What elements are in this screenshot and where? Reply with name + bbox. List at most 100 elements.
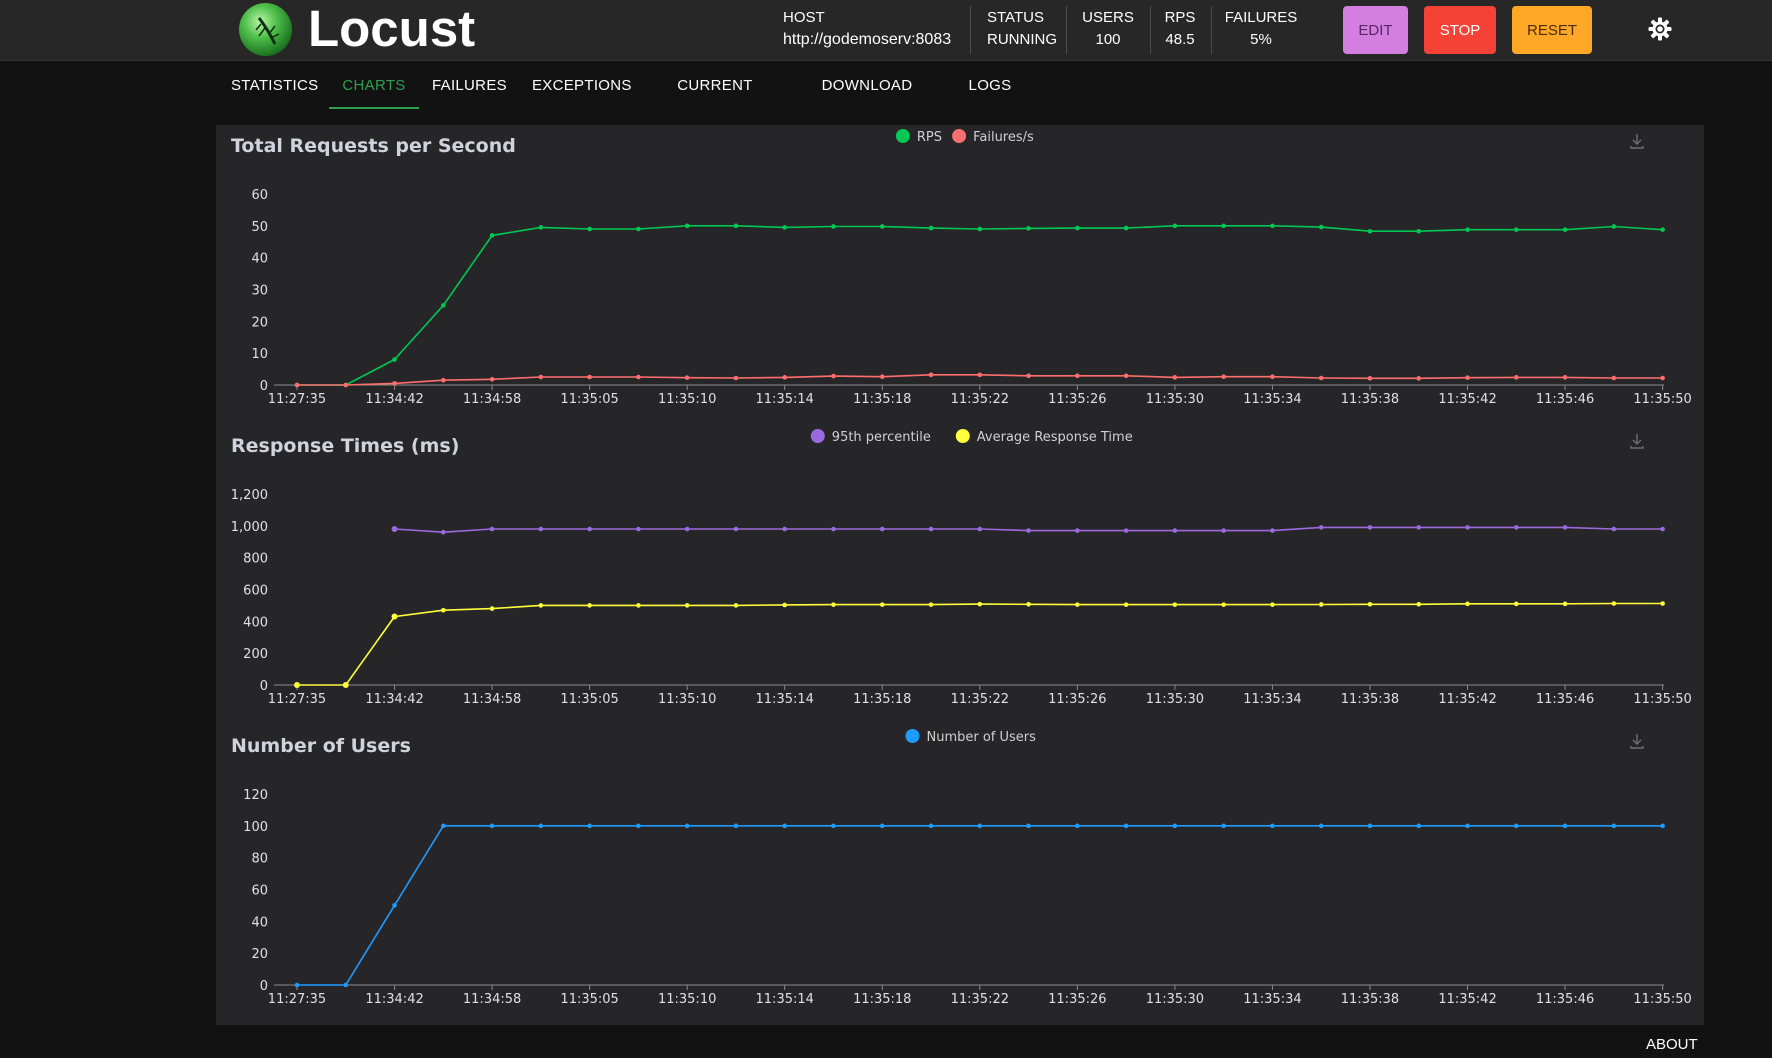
divider xyxy=(1066,6,1067,54)
data-point xyxy=(928,372,934,378)
data-point xyxy=(1513,823,1519,829)
data-point xyxy=(733,603,739,608)
data-point xyxy=(391,526,398,533)
data-point xyxy=(1513,525,1519,530)
data-point xyxy=(977,601,983,607)
data-point xyxy=(1416,525,1422,530)
data-point xyxy=(1270,602,1275,607)
data-point xyxy=(587,374,592,380)
data-point xyxy=(294,682,300,688)
tab-logs[interactable]: LOGS xyxy=(962,62,1018,110)
data-point xyxy=(1172,528,1178,533)
x-tick-label: 11:35:26 xyxy=(1048,992,1106,1007)
data-point xyxy=(1416,228,1422,234)
y-tick-label: 1,000 xyxy=(231,520,268,535)
download-icon[interactable] xyxy=(1630,734,1644,749)
tab-current-ratio[interactable]: CURRENT RATIO xyxy=(655,62,775,142)
data-point xyxy=(636,603,641,608)
top-bar: Locust HOST http://godemoserv:8083 STATU… xyxy=(0,0,1772,61)
download-icon[interactable] xyxy=(1630,134,1644,149)
data-point xyxy=(1221,374,1226,380)
data-point xyxy=(294,382,300,388)
data-point xyxy=(1562,227,1568,232)
data-point xyxy=(1562,823,1568,829)
tab-download-data[interactable]: DOWNLOAD DATA xyxy=(802,62,932,142)
data-point xyxy=(1416,823,1422,829)
data-point xyxy=(441,529,446,535)
active-tab-indicator xyxy=(329,107,419,109)
data-point xyxy=(1367,525,1373,530)
data-point xyxy=(1221,223,1226,229)
failures-label: FAILURES xyxy=(1224,9,1298,26)
legend-label: Failures/s xyxy=(973,130,1034,145)
data-point xyxy=(1123,602,1129,607)
data-point xyxy=(1513,601,1519,607)
data-point xyxy=(538,526,544,532)
data-point xyxy=(489,233,495,238)
data-point xyxy=(441,823,446,829)
x-tick-label: 11:35:14 xyxy=(756,992,814,1007)
data-point xyxy=(1562,525,1568,530)
data-point xyxy=(1318,375,1324,381)
data-point xyxy=(587,603,592,608)
x-tick-label: 11:35:18 xyxy=(853,992,911,1007)
data-point xyxy=(782,225,788,230)
divider xyxy=(970,6,971,54)
data-point xyxy=(1075,823,1080,829)
data-point xyxy=(977,823,983,829)
data-point xyxy=(977,226,983,232)
data-point xyxy=(392,381,397,386)
edit-button[interactable]: EDIT xyxy=(1343,6,1408,54)
tab-statistics[interactable]: STATISTICS xyxy=(231,62,318,110)
reset-button[interactable]: RESET xyxy=(1512,6,1592,54)
y-tick-label: 800 xyxy=(243,552,268,567)
tab-bar: STATISTICS CHARTS FAILURES EXCEPTIONS CU… xyxy=(0,62,1772,142)
data-point xyxy=(1660,227,1665,232)
theme-toggle-icon[interactable] xyxy=(1648,17,1672,41)
about-link[interactable]: ABOUT xyxy=(1646,1036,1698,1053)
status-label: STATUS xyxy=(987,9,1044,26)
stop-button[interactable]: STOP xyxy=(1424,6,1496,54)
data-point xyxy=(1075,528,1080,533)
y-tick-label: 10 xyxy=(251,347,268,362)
x-tick-label: 11:35:10 xyxy=(658,392,716,407)
data-point xyxy=(1270,223,1275,229)
failures-value: 5% xyxy=(1250,31,1272,48)
data-point xyxy=(1075,225,1080,231)
host-value: http://godemoserv:8083 xyxy=(783,31,952,48)
download-icon[interactable] xyxy=(1630,434,1644,449)
x-tick-label: 11:35:05 xyxy=(560,692,618,707)
data-point xyxy=(1075,373,1080,379)
data-point xyxy=(392,903,397,908)
data-point xyxy=(928,602,934,607)
brand-title[interactable]: Locust xyxy=(308,0,475,58)
tab-exceptions[interactable]: EXCEPTIONS xyxy=(532,62,631,110)
data-point xyxy=(879,374,885,380)
y-tick-label: 1,200 xyxy=(231,488,268,503)
status-stat: STATUS RUNNING xyxy=(987,8,1057,52)
data-point xyxy=(587,526,592,532)
data-point xyxy=(1026,528,1031,533)
x-tick-label: 11:35:46 xyxy=(1536,992,1594,1007)
data-point xyxy=(928,823,934,829)
x-tick-label: 11:35:50 xyxy=(1633,392,1691,407)
data-point xyxy=(392,357,397,362)
data-point xyxy=(1562,375,1568,380)
data-point xyxy=(928,225,934,231)
data-point xyxy=(1416,376,1422,381)
tab-charts[interactable]: CHARTS xyxy=(329,62,419,110)
data-point xyxy=(1318,224,1324,230)
y-tick-label: 100 xyxy=(243,820,268,835)
data-point xyxy=(1611,526,1617,532)
data-point xyxy=(587,823,592,829)
tab-failures[interactable]: FAILURES xyxy=(432,62,507,110)
legend-label: Number of Users xyxy=(927,730,1037,745)
x-tick-label: 11:27:35 xyxy=(268,992,326,1007)
data-point xyxy=(1562,601,1568,607)
x-tick-label: 11:35:26 xyxy=(1048,392,1106,407)
series-line xyxy=(297,225,1664,386)
x-tick-label: 11:35:42 xyxy=(1438,992,1496,1007)
x-tick-label: 11:35:50 xyxy=(1633,992,1691,1007)
data-point xyxy=(1026,226,1031,231)
data-point xyxy=(879,224,885,229)
